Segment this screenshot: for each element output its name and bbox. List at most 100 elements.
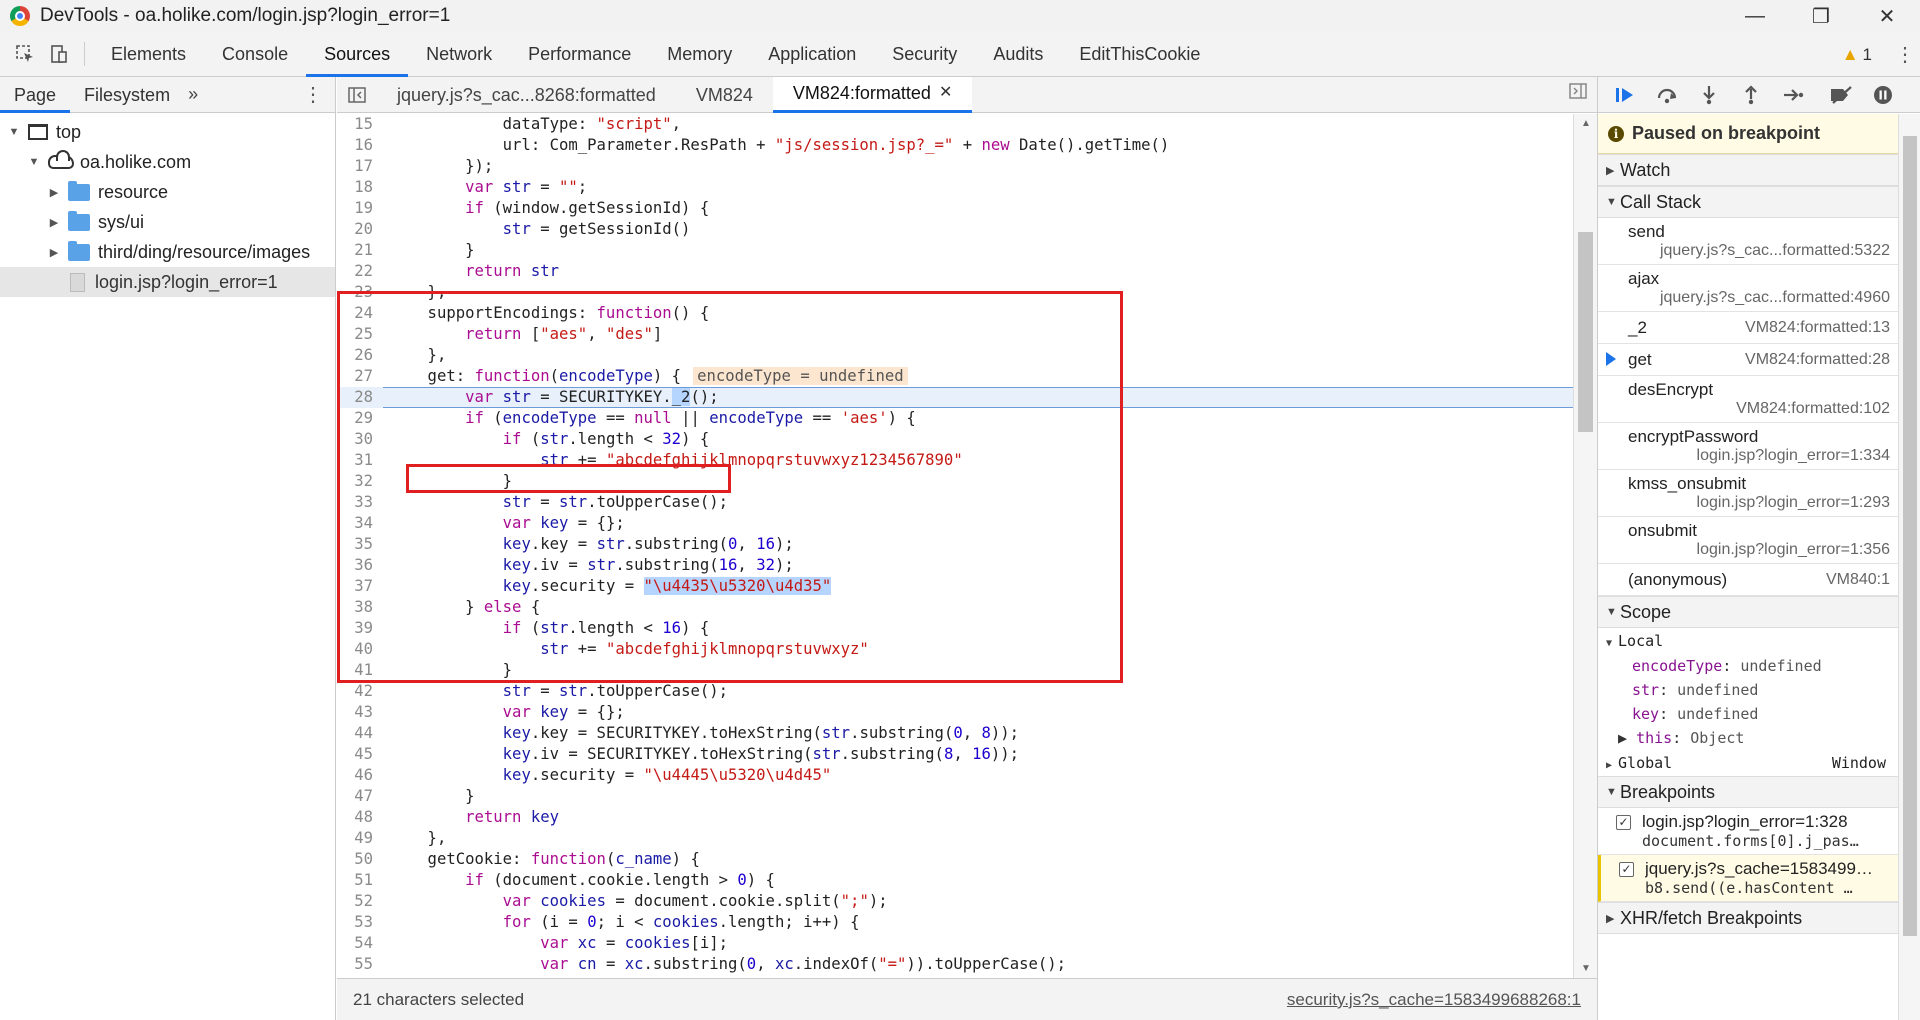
tree-item[interactable]: ▼ oa.holike.com <box>0 147 335 177</box>
line-number[interactable]: 33 <box>337 492 381 513</box>
line-number[interactable]: 49 <box>337 828 381 849</box>
line-number[interactable]: 42 <box>337 681 381 702</box>
breakpoint-checkbox[interactable]: ✓ <box>1616 815 1631 830</box>
line-number[interactable]: 54 <box>337 933 381 954</box>
line-number[interactable]: 22 <box>337 261 381 282</box>
tab-console[interactable]: Console <box>204 32 306 77</box>
line-number[interactable]: 30 <box>337 429 381 450</box>
line-number[interactable]: 55 <box>337 954 381 975</box>
line-number[interactable]: 45 <box>337 744 381 765</box>
scroll-down-icon[interactable]: ▼ <box>1574 963 1598 974</box>
editor-tab[interactable]: VM824:formatted ✕ <box>772 75 973 113</box>
line-number[interactable]: 46 <box>337 765 381 786</box>
line-number[interactable]: 35 <box>337 534 381 555</box>
tree-item[interactable]: ▶ sys/ui <box>0 207 335 237</box>
tab-page[interactable]: Page <box>0 77 71 113</box>
step-over-button[interactable] <box>1646 77 1688 113</box>
scope-global-header[interactable]: ▶ Global Window <box>1598 750 1898 776</box>
scope-variable[interactable]: ▶ this: Object <box>1598 726 1898 750</box>
callstack-frame[interactable]: _2 VM824:formatted:13 <box>1598 312 1898 344</box>
line-number[interactable]: 29 <box>337 408 381 429</box>
tab-application[interactable]: Application <box>750 32 874 77</box>
line-number[interactable]: 36 <box>337 555 381 576</box>
line-number[interactable]: 19 <box>337 198 381 219</box>
tab-audits[interactable]: Audits <box>975 32 1061 77</box>
line-number[interactable]: 53 <box>337 912 381 933</box>
step-out-button[interactable] <box>1730 77 1772 113</box>
line-number[interactable]: 15 <box>337 114 381 135</box>
source-link[interactable]: security.js?s_cache=1583499688268:1 <box>1287 990 1581 1010</box>
line-number[interactable]: 23 <box>337 282 381 303</box>
scroll-up-icon[interactable]: ▲ <box>1574 118 1598 129</box>
line-number[interactable]: 28 <box>337 387 381 408</box>
callstack-frame[interactable]: ajax jquery.js?s_cac...formatted:4960 <box>1598 265 1898 312</box>
tab-network[interactable]: Network <box>408 32 510 77</box>
line-number[interactable]: 50 <box>337 849 381 870</box>
devtools-menu-icon[interactable]: ⋮ <box>1890 42 1920 67</box>
sidebar-scrollbar[interactable] <box>1898 114 1920 1020</box>
line-number[interactable]: 51 <box>337 870 381 891</box>
line-number[interactable]: 47 <box>337 786 381 807</box>
tree-item[interactable]: ▶ third/ding/resource/images <box>0 237 335 267</box>
tree-item[interactable]: login.jsp?login_error=1 <box>0 267 335 297</box>
breakpoint-item[interactable]: ✓ login.jsp?login_error=1:328 document.for… <box>1598 808 1898 855</box>
more-tabs-icon[interactable]: » <box>188 84 198 105</box>
editor-scrollbar[interactable]: ▲ ▼ <box>1573 114 1597 978</box>
code-view[interactable]: 15 dataType: "script", 16 url: Com_Parame… <box>337 114 1573 978</box>
xhr-breakpoints-section-header[interactable]: ▶ XHR/fetch Breakpoints <box>1598 902 1898 934</box>
toggle-navigator-icon[interactable] <box>337 77 377 113</box>
scope-variable[interactable]: str: undefined <box>1598 678 1898 702</box>
callstack-frame[interactable]: (anonymous) VM840:1 <box>1598 564 1898 596</box>
line-number[interactable]: 27 <box>337 366 381 387</box>
scope-local-header[interactable]: ▼ Local <box>1598 628 1898 654</box>
line-number[interactable]: 31 <box>337 450 381 471</box>
inspect-element-icon[interactable] <box>8 37 42 71</box>
tab-security[interactable]: Security <box>874 32 975 77</box>
watch-section-header[interactable]: ▶ Watch <box>1598 154 1898 186</box>
line-number[interactable]: 39 <box>337 618 381 639</box>
line-number[interactable]: 43 <box>337 702 381 723</box>
line-number[interactable]: 17 <box>337 156 381 177</box>
line-number[interactable]: 37 <box>337 576 381 597</box>
line-number[interactable]: 52 <box>337 891 381 912</box>
line-number[interactable]: 32 <box>337 471 381 492</box>
breakpoints-section-header[interactable]: ▼ Breakpoints <box>1598 776 1898 808</box>
tab-sources[interactable]: Sources <box>306 32 409 77</box>
line-number[interactable]: 25 <box>337 324 381 345</box>
editor-tab[interactable]: jquery.js?s_cac...8268:formatted <box>377 77 676 113</box>
breakpoint-checkbox[interactable]: ✓ <box>1619 862 1634 877</box>
scope-variable[interactable]: key: undefined <box>1598 702 1898 726</box>
line-number[interactable]: 24 <box>337 303 381 324</box>
deactivate-breakpoints-button[interactable] <box>1820 77 1862 113</box>
tab-memory[interactable]: Memory <box>649 32 750 77</box>
line-number[interactable]: 48 <box>337 807 381 828</box>
scope-section-header[interactable]: ▼ Scope <box>1598 596 1898 628</box>
toggle-debugger-icon[interactable] <box>1569 77 1587 113</box>
editor-tab[interactable]: VM824 <box>676 77 773 113</box>
close-tab-icon[interactable]: ✕ <box>939 75 952 111</box>
line-number[interactable]: 40 <box>337 639 381 660</box>
callstack-frame[interactable]: kmss_onsubmit login.jsp?login_error=1:293 <box>1598 470 1898 517</box>
scope-variable[interactable]: encodeType: undefined <box>1598 654 1898 678</box>
line-number[interactable]: 41 <box>337 660 381 681</box>
navigator-menu-icon[interactable]: ⋮ <box>303 77 323 113</box>
device-toolbar-icon[interactable] <box>42 37 76 71</box>
minimize-button[interactable]: — <box>1722 0 1788 32</box>
line-number[interactable]: 16 <box>337 135 381 156</box>
pause-on-exceptions-button[interactable] <box>1862 77 1904 113</box>
line-number[interactable]: 26 <box>337 345 381 366</box>
resume-button[interactable] <box>1604 77 1646 113</box>
callstack-frame[interactable]: desEncrypt VM824:formatted:102 <box>1598 376 1898 423</box>
tree-item[interactable]: ▼ top <box>0 117 335 147</box>
tab-performance[interactable]: Performance <box>510 32 649 77</box>
step-into-button[interactable] <box>1688 77 1730 113</box>
scrollbar-thumb[interactable] <box>1578 232 1593 432</box>
line-number[interactable]: 38 <box>337 597 381 618</box>
callstack-frame[interactable]: encryptPassword login.jsp?login_error=1:3… <box>1598 423 1898 470</box>
step-button[interactable] <box>1772 77 1814 113</box>
line-number[interactable]: 20 <box>337 219 381 240</box>
tab-filesystem[interactable]: Filesystem <box>70 77 184 113</box>
warnings-badge[interactable]: ▲ 1 <box>1842 45 1872 65</box>
line-number[interactable]: 34 <box>337 513 381 534</box>
tab-editthiscookie[interactable]: EditThisCookie <box>1061 32 1218 77</box>
